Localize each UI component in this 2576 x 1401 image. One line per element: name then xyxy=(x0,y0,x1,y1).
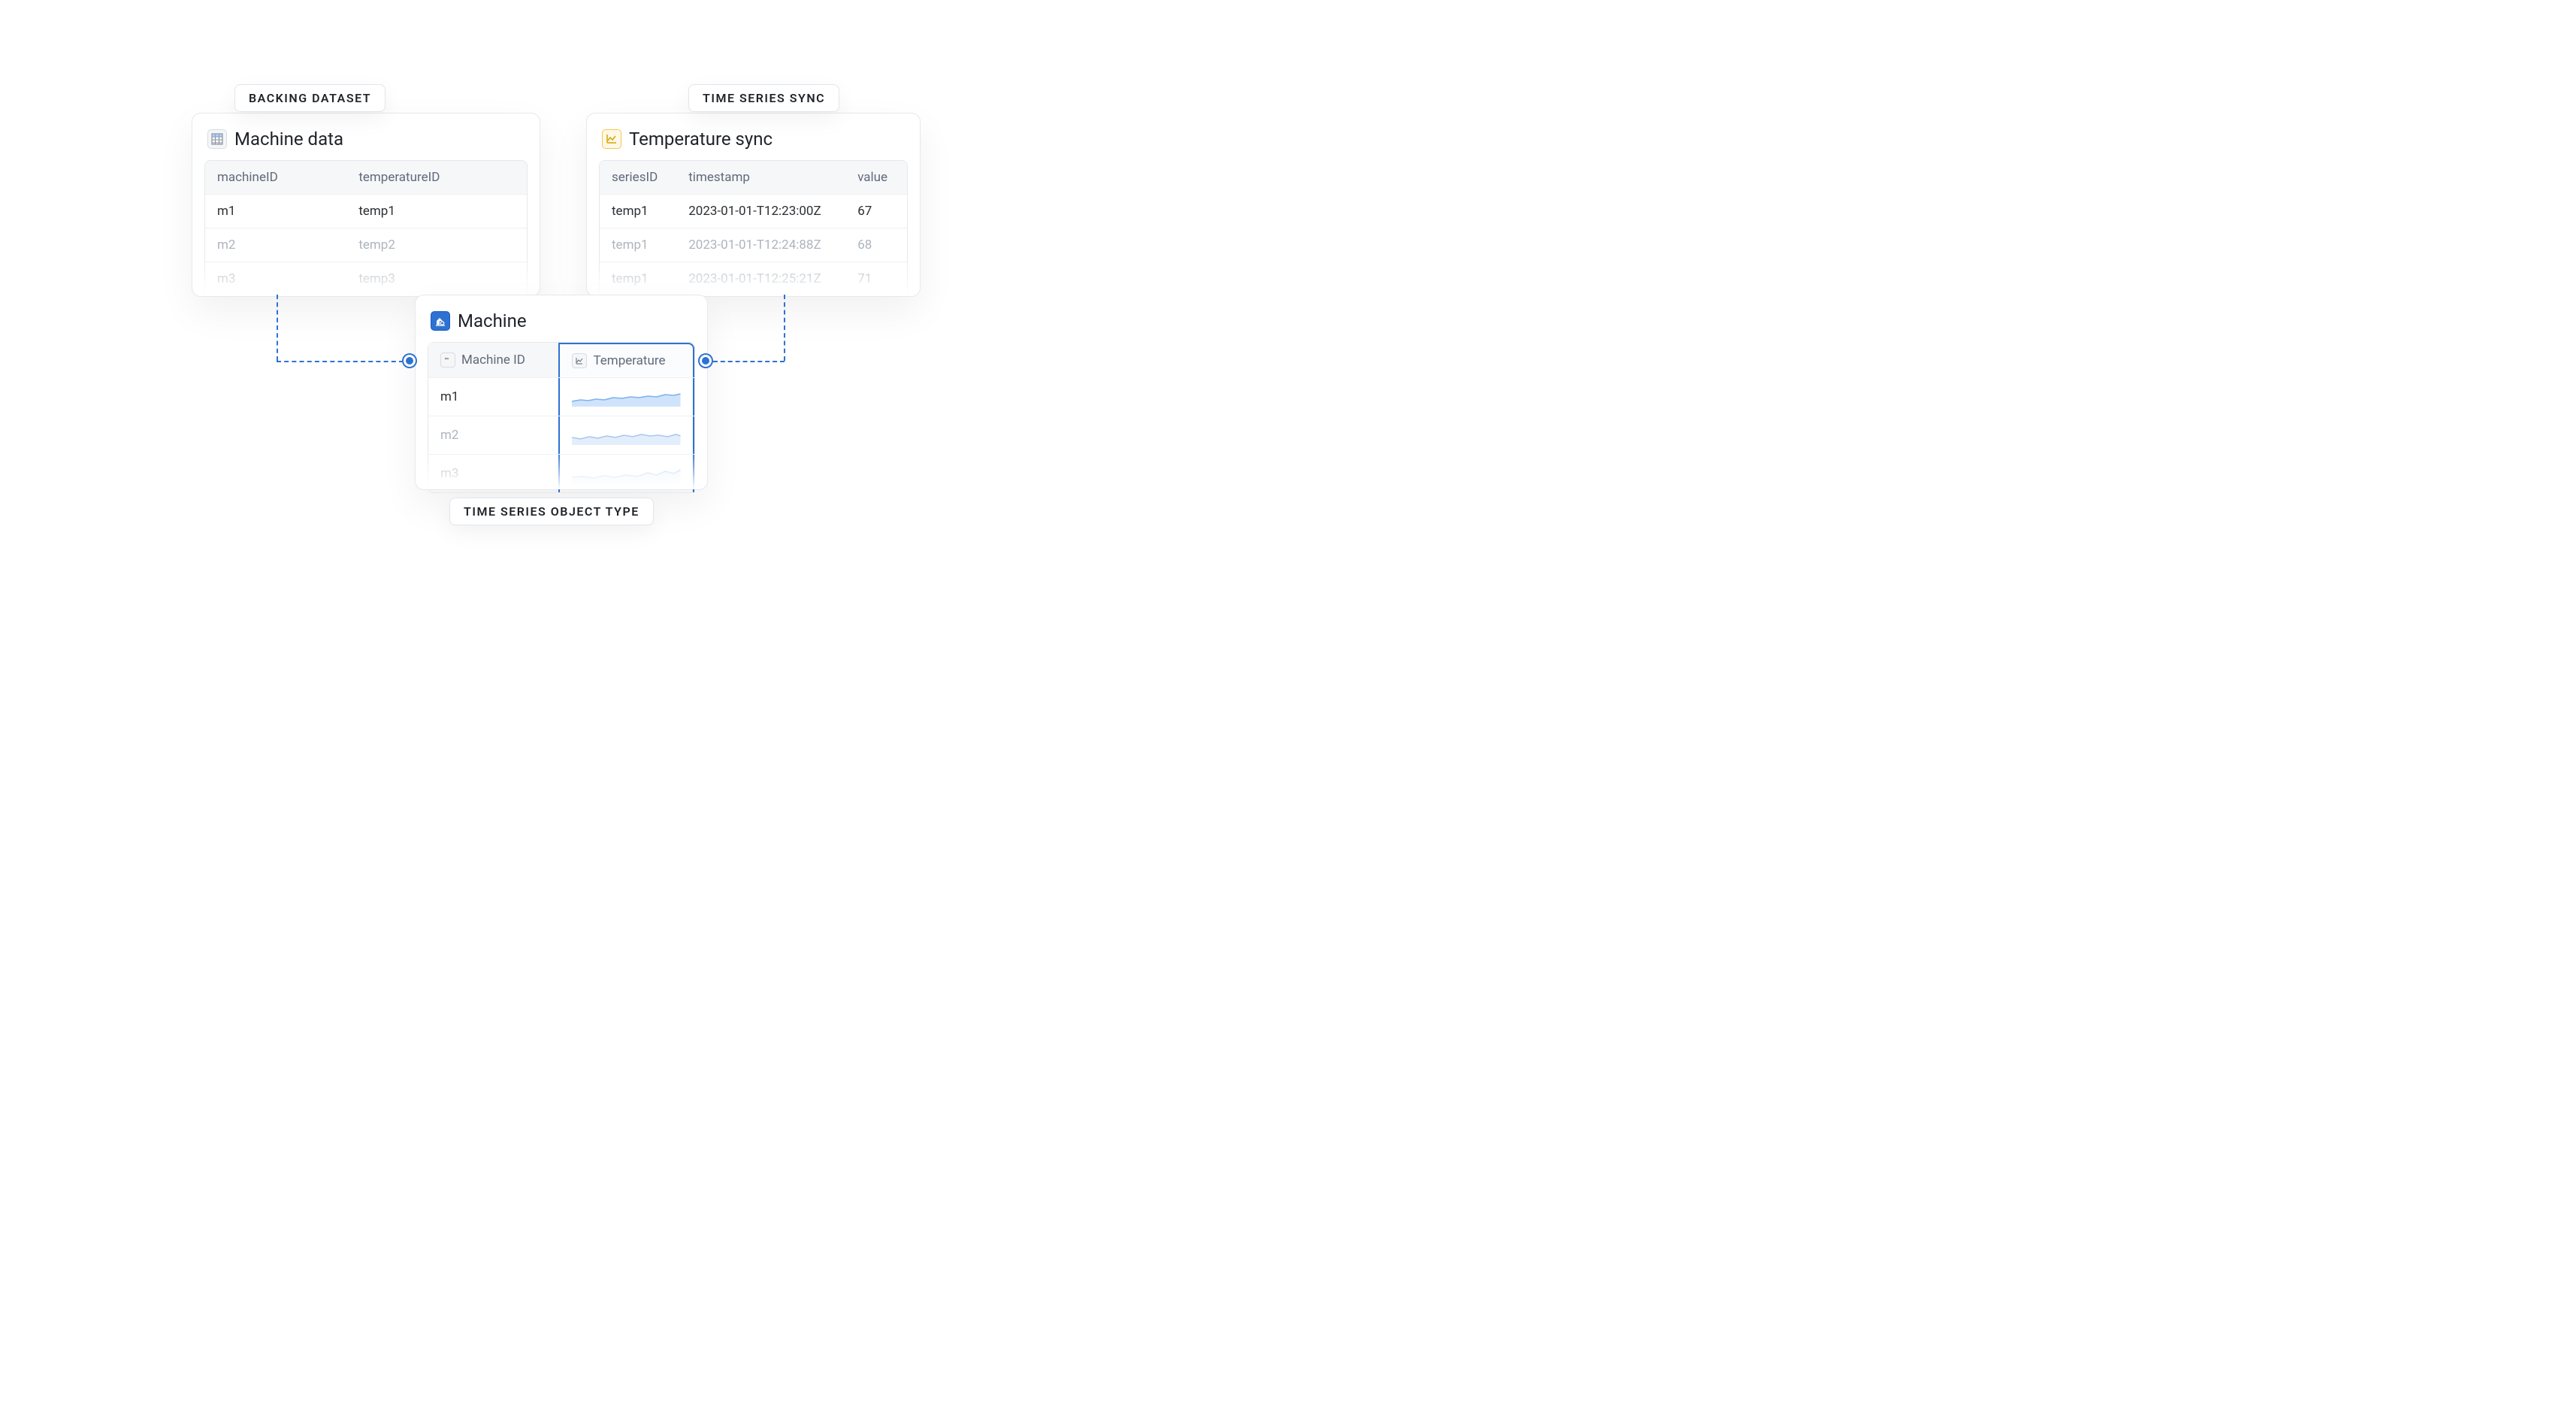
cell: m1 xyxy=(440,389,458,404)
connector-dot-right xyxy=(700,355,712,367)
cell: 67 xyxy=(845,195,907,228)
cell: temp1 xyxy=(346,195,527,228)
table-row: m3 xyxy=(428,454,694,492)
label-backing-dataset: BACKING DATASET xyxy=(234,84,385,112)
chart-line-icon xyxy=(602,129,621,149)
col-machine-id: Machine ID xyxy=(461,353,525,368)
cell: m2 xyxy=(440,428,458,443)
dataset-table: machineID temperatureID m1 temp1 m2 temp… xyxy=(204,160,528,296)
table-header: machineID temperatureID xyxy=(205,161,527,194)
connector-dot-left xyxy=(404,355,416,367)
svg-text:"": "" xyxy=(445,357,449,364)
table-row: m3 temp3 xyxy=(205,262,527,295)
table-row: m2 temp2 xyxy=(205,228,527,262)
object-title: Machine xyxy=(458,310,527,331)
sparkline-icon xyxy=(572,464,681,483)
cell: 68 xyxy=(845,228,907,262)
table-row: m1 xyxy=(428,377,694,416)
sparkline-icon xyxy=(572,425,681,445)
cell: m1 xyxy=(205,195,346,228)
dataset-title: Machine data xyxy=(234,129,343,150)
col-temperatureID: temperatureID xyxy=(346,161,527,194)
table-row: temp1 2023-01-01-T12:25:21Z 71 xyxy=(600,262,907,295)
cell: temp2 xyxy=(346,228,527,262)
backing-dataset-card: Machine data machineID temperatureID m1 … xyxy=(192,113,540,297)
cell: temp1 xyxy=(600,195,676,228)
cell: m3 xyxy=(205,262,346,295)
col-value: value xyxy=(845,161,907,194)
col-machineID: machineID xyxy=(205,161,346,194)
cell: 2023-01-01-T12:23:00Z xyxy=(676,195,845,228)
chart-type-icon xyxy=(572,353,587,368)
table-header: "" Machine ID Temperature xyxy=(428,343,694,377)
object-table: "" Machine ID Temperature m1 m2 xyxy=(428,342,695,493)
cell: 71 xyxy=(845,262,907,295)
col-temperature: Temperature xyxy=(593,353,665,368)
time-series-object-card: Machine "" Machine ID Temperature m1 xyxy=(415,295,708,490)
cell: temp3 xyxy=(346,262,527,295)
text-type-icon: "" xyxy=(440,353,455,368)
cell: 2023-01-01-T12:24:88Z xyxy=(676,228,845,262)
label-time-series-object-type: TIME SERIES OBJECT TYPE xyxy=(449,498,654,525)
sync-table: seriesID timestamp value temp1 2023-01-0… xyxy=(599,160,908,296)
sparkline-icon xyxy=(572,387,681,407)
table-row: m2 xyxy=(428,416,694,454)
dataset-icon xyxy=(207,129,227,149)
table-row: m1 temp1 xyxy=(205,194,527,228)
cell: m2 xyxy=(205,228,346,262)
col-seriesID: seriesID xyxy=(600,161,676,194)
label-time-series-sync: TIME SERIES SYNC xyxy=(688,84,839,112)
cell: 2023-01-01-T12:25:21Z xyxy=(676,262,845,295)
table-header: seriesID timestamp value xyxy=(600,161,907,194)
time-series-sync-card: Temperature sync seriesID timestamp valu… xyxy=(586,113,921,297)
cell: m3 xyxy=(440,466,458,481)
table-row: temp1 2023-01-01-T12:23:00Z 67 xyxy=(600,194,907,228)
cell: temp1 xyxy=(600,228,676,262)
sync-title: Temperature sync xyxy=(629,129,772,150)
table-row: temp1 2023-01-01-T12:24:88Z 68 xyxy=(600,228,907,262)
col-timestamp: timestamp xyxy=(676,161,845,194)
cell: temp1 xyxy=(600,262,676,295)
machine-icon xyxy=(431,311,450,331)
